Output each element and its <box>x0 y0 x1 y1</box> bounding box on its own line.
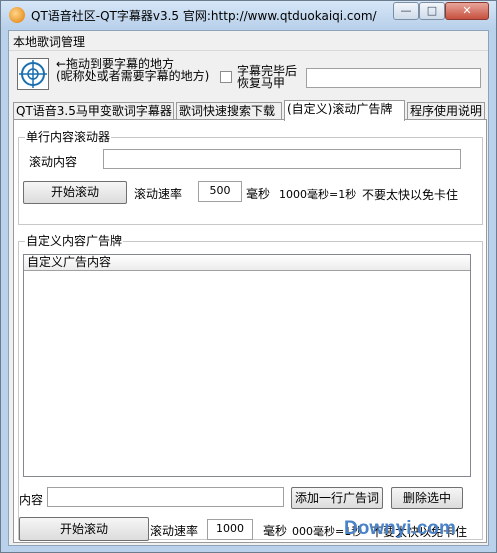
restore-label-line2: 恢复马甲 <box>237 76 286 90</box>
menu-local-lyrics[interactable]: 本地歌词管理 <box>13 33 85 50</box>
single-line-group-title: 单行内容滚动器 <box>25 130 112 144</box>
scroll-speed-label: 滚动速率 <box>134 187 183 201</box>
scroll-speed-input[interactable]: 500 <box>198 181 242 202</box>
picker-hint: ←拖动到要字幕的地方 (昵称处或者需要字幕的地方) <box>56 58 209 82</box>
crosshair-picker[interactable] <box>17 58 49 90</box>
restore-checkbox[interactable] <box>220 71 232 83</box>
ad-content-input[interactable] <box>47 487 284 507</box>
client-area: 本地歌词管理 ←拖动到要字幕的地方 (昵称处或者需要字幕的地方) 字幕完毕后 恢… <box>8 30 489 546</box>
scroll-content-label: 滚动内容 <box>29 155 78 169</box>
close-button[interactable]: ✕ <box>445 2 489 20</box>
custom-speed-unit: 毫秒 <box>263 524 288 538</box>
tab-help[interactable]: 程序使用说明 <box>407 102 485 120</box>
billboard-panel: 单行内容滚动器 滚动内容 开始滚动 滚动速率 500 毫秒 1000毫秒=1秒 … <box>13 119 487 543</box>
start-scroll-button[interactable]: 开始滚动 <box>23 181 127 204</box>
speed-note: 1000毫秒=1秒 <box>279 188 357 201</box>
title-bar[interactable]: QT语音社区-QT字幕器v3.5 官网:http://www.qtduokaiq… <box>1 1 496 29</box>
delete-selected-button[interactable]: 删除选中 <box>391 487 463 509</box>
target-input[interactable] <box>306 68 481 88</box>
watermark-logo: Downyi.com <box>344 518 456 539</box>
tab-lyrics-subtitler[interactable]: QT语音3.5马甲变歌词字幕器 <box>13 102 174 120</box>
maximize-button[interactable]: □ <box>419 2 445 20</box>
scroll-content-input[interactable] <box>103 149 461 169</box>
ad-content-list[interactable]: 自定义广告内容 <box>23 254 471 477</box>
content-label: 内容 <box>19 493 44 507</box>
custom-speed-input[interactable]: 1000 <box>207 519 253 540</box>
tab-custom-billboard[interactable]: (自定义)滚动广告牌 <box>284 100 405 121</box>
tab-lyrics-search[interactable]: 歌词快速搜索下载 <box>176 102 282 120</box>
single-line-group: 单行内容滚动器 滚动内容 开始滚动 滚动速率 500 毫秒 1000毫秒=1秒 … <box>18 130 483 225</box>
speed-tip: 不要太快以免卡住 <box>362 188 459 202</box>
restore-checkbox-label: 字幕完毕后 恢复马甲 <box>237 65 297 89</box>
custom-billboard-group: 自定义内容广告牌 自定义广告内容 内容 添加一行广告词 删除选中 开始滚动 滚动… <box>18 234 483 541</box>
speed-unit-label: 毫秒 <box>246 187 271 201</box>
picker-hint-line2: (昵称处或者需要字幕的地方) <box>56 69 210 83</box>
minimize-button[interactable]: — <box>393 2 419 20</box>
tab-strip: QT语音3.5马甲变歌词字幕器 歌词快速搜索下载 (自定义)滚动广告牌 程序使用… <box>13 100 487 121</box>
custom-billboard-group-title: 自定义内容广告牌 <box>25 234 124 248</box>
add-ad-line-button[interactable]: 添加一行广告词 <box>291 487 383 509</box>
main-window: QT语音社区-QT字幕器v3.5 官网:http://www.qtduokaiq… <box>0 0 497 553</box>
ad-content-list-header[interactable]: 自定义广告内容 <box>24 255 470 271</box>
custom-start-scroll-button[interactable]: 开始滚动 <box>19 517 149 541</box>
app-icon <box>9 7 25 23</box>
custom-speed-label: 滚动速率 <box>150 524 199 538</box>
crosshair-icon <box>19 60 47 88</box>
menu-bar: 本地歌词管理 <box>9 31 488 51</box>
window-title: QT语音社区-QT字幕器v3.5 官网:http://www.qtduokaiq… <box>31 9 377 23</box>
